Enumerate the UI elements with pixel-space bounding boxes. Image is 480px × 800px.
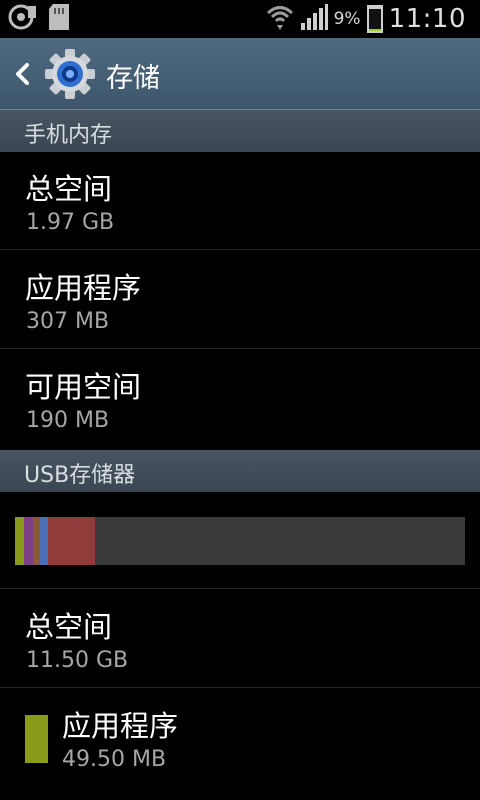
color-swatch bbox=[25, 715, 48, 763]
signal-icon bbox=[300, 3, 328, 35]
list-item-title: 总空间 bbox=[25, 172, 113, 206]
list-item-value: 307 MB bbox=[26, 309, 110, 334]
section-header-label: 手机内存 bbox=[24, 123, 113, 148]
usage-segment-3 bbox=[33, 517, 40, 565]
status-bar: 9% 11:10 bbox=[0, 0, 480, 38]
list-item-value: 1.97 GB bbox=[26, 210, 115, 235]
usage-segment-5 bbox=[47, 517, 96, 565]
list-item-value: 49.50 MB bbox=[62, 747, 167, 772]
battery-level bbox=[368, 29, 381, 31]
wifi-icon bbox=[266, 3, 294, 35]
section-header-usb: USB存储器 bbox=[0, 450, 480, 492]
list-item-usb-apps[interactable]: 应用程序 49.50 MB bbox=[0, 689, 480, 800]
list-item-internal-total[interactable]: 总空间 1.97 GB bbox=[0, 152, 480, 250]
usage-segment-1 bbox=[15, 517, 24, 565]
list-item-internal-available[interactable]: 可用空间 190 MB bbox=[0, 350, 480, 450]
battery-percent: 9% bbox=[333, 9, 361, 29]
settings-gear-icon[interactable] bbox=[44, 48, 96, 100]
back-arrow-icon[interactable] bbox=[10, 56, 34, 92]
list-item-title: 应用程序 bbox=[25, 271, 142, 305]
usb-usage-bar-row bbox=[0, 492, 480, 589]
section-header-internal: 手机内存 bbox=[0, 110, 480, 152]
usb-debug-icon bbox=[8, 4, 38, 34]
list-item-title: 应用程序 bbox=[62, 709, 179, 743]
usb-usage-bar bbox=[15, 517, 465, 565]
page-title: 存储 bbox=[106, 63, 160, 94]
section-header-label: USB存储器 bbox=[24, 463, 136, 488]
list-item-title: 总空间 bbox=[25, 610, 113, 644]
list-item-value: 11.50 GB bbox=[26, 648, 129, 673]
sd-card-icon bbox=[48, 3, 70, 35]
list-item-value: 190 MB bbox=[26, 408, 110, 433]
action-bar: 存储 bbox=[0, 38, 480, 110]
list-item-internal-apps[interactable]: 应用程序 307 MB bbox=[0, 251, 480, 349]
clock: 11:10 bbox=[388, 4, 466, 34]
battery-icon bbox=[366, 5, 383, 33]
usage-segment-2 bbox=[24, 517, 33, 565]
list-item-title: 可用空间 bbox=[25, 370, 142, 404]
list-item-usb-total[interactable]: 总空间 11.50 GB bbox=[0, 590, 480, 688]
usage-segment-4 bbox=[39, 517, 48, 565]
